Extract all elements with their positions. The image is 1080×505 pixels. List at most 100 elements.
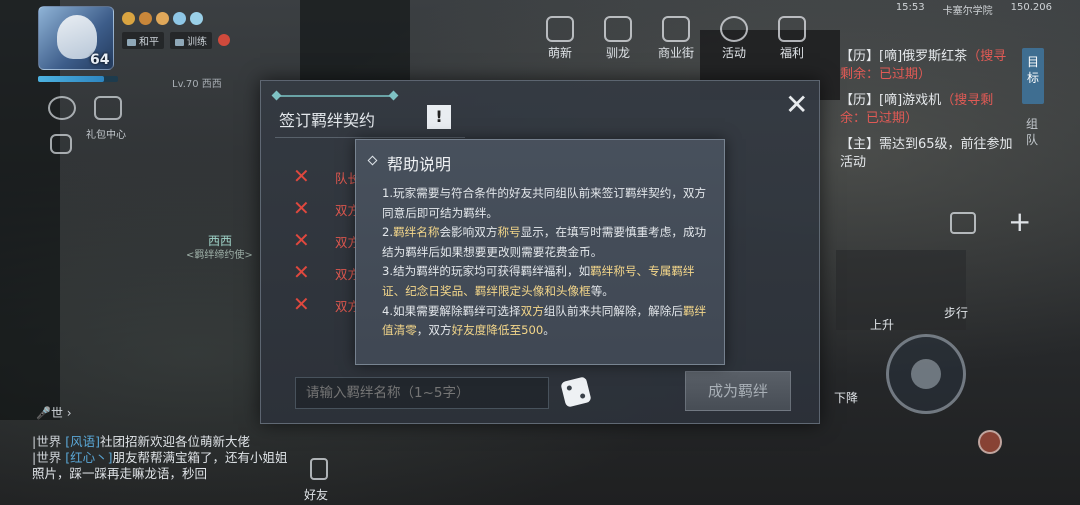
plus-icon[interactable]: + [1008,208,1031,236]
snowflake-icon[interactable] [173,12,186,25]
shop-icon [662,16,690,42]
chat-panel[interactable]: |世界 [风语]社团招新欢迎各位萌新大佬 |世界 [红心丶]朋友帮帮满宝箱了，还… [32,434,292,482]
dialog-title: 签订羁绊契约 [279,111,376,130]
title-divider [275,137,465,138]
help-highlight: 羁绊名称 [393,225,440,240]
quest-list: 【历】[嘀]俄罗斯红茶（搜寻剩余：已过期） 【历】[嘀]游戏机（搜寻剩余：已过期… [840,48,1018,180]
help-text: 4.如果需要解除羁绊可选择 [382,303,521,318]
help-popup: 帮助说明 1.玩家需要与符合条件的好友共同组队前来签订羁绊契约，双方同意后即可结… [355,139,725,365]
gift-center-label: 礼包中心 [86,130,126,141]
diamond-icon [367,155,378,166]
training-chip[interactable]: 训练 [170,32,212,49]
random-dice-icon[interactable] [560,376,592,408]
help-text: 2. [382,225,394,240]
help-text: 3.结为羁绊的玩家均可获得羁绊福利，如 [382,264,591,279]
eye-icon[interactable] [48,96,76,120]
help-text: 。 [543,323,555,338]
bag-icon[interactable] [950,212,976,234]
quest-tag: 【历】 [840,93,880,108]
chat-channel: |世界 [32,450,62,465]
hp-bar [38,76,118,82]
action-joystick[interactable] [886,334,966,414]
walk-label[interactable]: 步行 [944,304,968,321]
gift-icon[interactable] [94,96,122,120]
requirement-item: ✕ 双方 [293,291,360,323]
requirement-list: ✕ 队长 ✕ 双方 ✕ 双方 ✕ 双方 ✕ 双方 [293,163,360,323]
title-decoration [275,95,395,97]
friends-icon[interactable] [310,458,328,480]
buff-icon[interactable] [190,12,203,25]
down-label[interactable]: 下降 [834,389,858,406]
nav-label: 商业街 [658,46,695,60]
character-tag: Lv.70 西西 [172,79,222,90]
unmet-x-icon: ✕ [293,196,310,220]
chat-sender[interactable]: [红心丶] [65,450,112,465]
nav-dragon[interactable]: 驯龙 [600,16,636,61]
nav-shop[interactable]: 商业街 [658,16,694,61]
help-highlight: 双方 [520,303,544,318]
help-button[interactable]: ! [427,105,451,129]
help-text: ，双方 [416,323,452,338]
unmet-x-icon: ✕ [293,292,310,316]
chat-line: |世界 [风语]社团招新欢迎各位萌新大佬 [32,434,292,450]
help-text: 组队前来共同解除，解除后 [543,303,683,318]
peace-mode-label: 和平 [139,37,159,48]
quest-name: 游戏机 [902,93,942,108]
help-paragraph-3: 3.结为羁绊的玩家均可获得羁绊福利，如羁绊称号、专属羁绊证、纪念日奖品、羁绊限定… [382,262,712,301]
character-icon[interactable] [978,430,1002,454]
peace-icon [127,38,136,46]
buff-icon[interactable] [122,12,135,25]
ping-text: 150.206 [1010,2,1052,13]
requirement-item: ✕ 队长 [293,163,360,195]
nav-newbie[interactable]: 萌新 [542,16,578,61]
chat-voice-button[interactable]: 🎤世 › [36,404,72,421]
unmet-x-icon: ✕ [293,260,310,284]
target-tab[interactable]: 目标 [1022,48,1044,104]
bond-name-input[interactable] [295,377,549,409]
quest-name: 俄罗斯红茶 [902,49,968,64]
buff-badges [122,12,203,25]
dragon-icon [604,16,632,42]
player-level: 64 [90,52,110,68]
help-text: 会影响双方 [439,225,498,240]
quest-item[interactable]: 【历】[嘀]游戏机（搜寻剩余：已过期） [840,92,1018,128]
chat-text: 社团招新欢迎各位萌新大佬 [99,434,250,449]
up-label[interactable]: 上升 [870,316,894,333]
buff-icon[interactable] [156,12,169,25]
quest-item[interactable]: 【主】需达到65级，前往参加活动 [840,136,1018,172]
help-paragraph-4: 4.如果需要解除羁绊可选择双方组队前来共同解除，解除后羁绊值清零，双方好友度降低… [382,302,712,341]
help-text: 等。 [590,283,614,298]
quest-item[interactable]: 【历】[嘀]俄罗斯红茶（搜寻剩余：已过期） [840,48,1018,84]
npc-title: <羁绊缔约使> [186,250,253,261]
friends-label[interactable]: 好友 [304,486,328,503]
nav-label: 活动 [721,46,746,60]
requirement-item: ✕ 双方 [293,227,360,259]
buff-icon[interactable] [139,12,152,25]
chat-sender[interactable]: [风语] [65,434,100,449]
peace-mode-chip[interactable]: 和平 [122,32,164,49]
scene-tree [300,0,410,80]
top-nav: 萌新 驯龙 商业街 活动 福利 [542,16,810,61]
time-text: 15:53 [895,2,925,13]
team-tab[interactable]: 组队 [1026,116,1040,148]
close-icon[interactable]: ✕ [785,91,808,119]
chat-channel: |世界 [32,434,62,449]
quest-prefix: [嘀] [879,49,903,64]
help-body: 1.玩家需要与符合条件的好友共同组队前来签订羁绊契约，双方同意后即可结为羁绊。 … [382,184,712,341]
training-label: 训练 [187,37,207,48]
newbie-gift-icon [546,16,574,42]
penguin-icon[interactable] [218,34,230,46]
chat-line: |世界 [红心丶]朋友帮帮满宝箱了，还有小姐姐照片，踩一踩再走嘛龙语，秒回 [32,450,292,482]
welfare-icon [778,16,806,42]
nav-welfare[interactable]: 福利 [774,16,810,61]
nav-event[interactable]: 活动 [716,16,752,61]
home-icon[interactable] [50,134,72,154]
status-bar: 15:53 卡塞尔学院 150.206 [896,2,1052,17]
help-highlight: 好友度降低至500 [451,323,544,338]
requirement-item: ✕ 双方 [293,195,360,227]
nav-label: 萌新 [547,46,572,60]
nav-label: 驯龙 [605,46,630,60]
become-bond-button[interactable]: 成为羁绊 [685,371,791,411]
quest-prefix: [嘀] [879,93,903,108]
quest-tag: 【历】 [840,49,880,64]
